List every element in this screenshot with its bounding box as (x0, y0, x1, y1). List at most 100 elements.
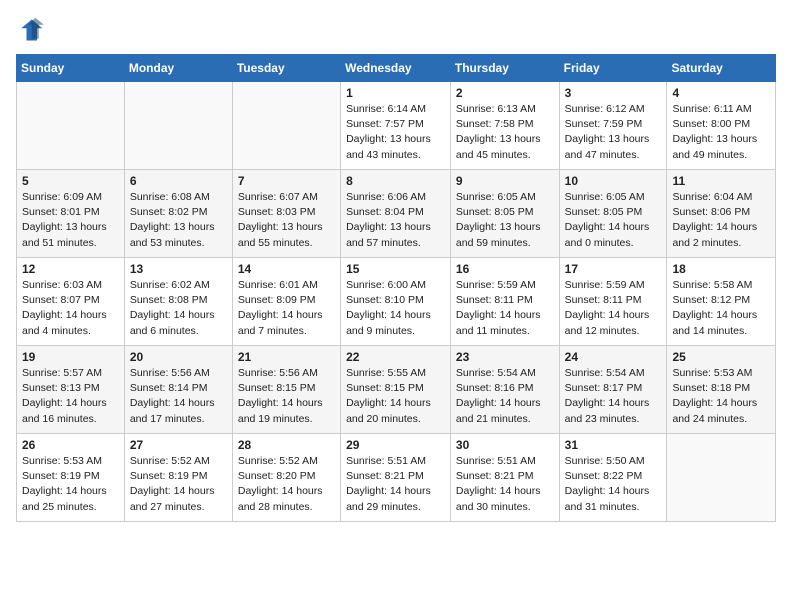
calendar-cell: 16 Sunrise: 5:59 AMSunset: 8:11 PMDayligh… (450, 258, 559, 346)
calendar-cell: 27 Sunrise: 5:52 AMSunset: 8:19 PMDayligh… (124, 434, 232, 522)
week-row-2: 5 Sunrise: 6:09 AMSunset: 8:01 PMDaylight… (17, 170, 776, 258)
week-row-3: 12Sunrise: 6:03 AMSunset: 8:07 PMDayligh… (17, 258, 776, 346)
day-number: 3 (565, 86, 662, 100)
day-number: 31 (565, 438, 662, 452)
weekday-header-thursday: Thursday (450, 55, 559, 82)
day-info: Sunrise: 5:59 AMSunset: 8:11 PMDaylight:… (565, 278, 662, 339)
day-info: Sunrise: 5:56 AMSunset: 8:15 PMDaylight:… (238, 366, 335, 427)
day-info: Sunrise: 6:09 AMSunset: 8:01 PMDaylight:… (22, 190, 119, 251)
calendar-cell: 13 Sunrise: 6:02 AMSunset: 8:08 PMDayligh… (124, 258, 232, 346)
calendar-cell: 9 Sunrise: 6:05 AMSunset: 8:05 PMDaylight… (450, 170, 559, 258)
day-number: 5 (22, 174, 119, 188)
day-info: Sunrise: 5:52 AMSunset: 8:20 PMDaylight:… (238, 454, 335, 515)
day-info: Sunrise: 6:12 AMSunset: 7:59 PMDaylight:… (565, 102, 662, 163)
calendar-cell: 7 Sunrise: 6:07 AMSunset: 8:03 PMDaylight… (232, 170, 340, 258)
calendar-cell (232, 82, 340, 170)
day-info: Sunrise: 6:07 AMSunset: 8:03 PMDaylight:… (238, 190, 335, 251)
day-number: 19 (22, 350, 119, 364)
calendar-cell: 8 Sunrise: 6:06 AMSunset: 8:04 PMDaylight… (341, 170, 451, 258)
day-info: Sunrise: 6:08 AMSunset: 8:02 PMDaylight:… (130, 190, 227, 251)
calendar-cell: 30 Sunrise: 5:51 AMSunset: 8:21 PMDayligh… (450, 434, 559, 522)
day-info: Sunrise: 5:55 AMSunset: 8:15 PMDaylight:… (346, 366, 445, 427)
week-row-1: 1Sunrise: 6:14 AMSunset: 7:57 PMDaylight… (17, 82, 776, 170)
day-info: Sunrise: 6:11 AMSunset: 8:00 PMDaylight:… (672, 102, 770, 163)
day-number: 12 (22, 262, 119, 276)
calendar-cell: 22Sunrise: 5:55 AMSunset: 8:15 PMDayligh… (341, 346, 451, 434)
day-number: 29 (346, 438, 445, 452)
day-number: 27 (130, 438, 227, 452)
day-number: 9 (456, 174, 554, 188)
week-row-5: 26 Sunrise: 5:53 AMSunset: 8:19 PMDayligh… (17, 434, 776, 522)
day-number: 8 (346, 174, 445, 188)
weekday-header-monday: Monday (124, 55, 232, 82)
calendar-cell: 20 Sunrise: 5:56 AMSunset: 8:14 PMDayligh… (124, 346, 232, 434)
day-info: Sunrise: 5:52 AMSunset: 8:19 PMDaylight:… (130, 454, 227, 515)
day-number: 11 (672, 174, 770, 188)
weekday-header-row: SundayMondayTuesdayWednesdayThursdayFrid… (17, 55, 776, 82)
day-info: Sunrise: 5:50 AMSunset: 8:22 PMDaylight:… (565, 454, 662, 515)
header (16, 16, 776, 44)
calendar-cell (17, 82, 125, 170)
day-info: Sunrise: 6:04 AMSunset: 8:06 PMDaylight:… (672, 190, 770, 251)
day-number: 14 (238, 262, 335, 276)
day-number: 26 (22, 438, 119, 452)
calendar-cell: 15 Sunrise: 6:00 AMSunset: 8:10 PMDayligh… (341, 258, 451, 346)
day-info: Sunrise: 6:13 AMSunset: 7:58 PMDaylight:… (456, 102, 554, 163)
day-number: 28 (238, 438, 335, 452)
day-number: 24 (565, 350, 662, 364)
day-number: 15 (346, 262, 445, 276)
day-number: 4 (672, 86, 770, 100)
day-info: Sunrise: 5:54 AMSunset: 8:16 PMDaylight:… (456, 366, 554, 427)
day-number: 2 (456, 86, 554, 100)
day-number: 30 (456, 438, 554, 452)
calendar-cell (124, 82, 232, 170)
day-info: Sunrise: 5:58 AMSunset: 8:12 PMDaylight:… (672, 278, 770, 339)
day-number: 7 (238, 174, 335, 188)
day-number: 16 (456, 262, 554, 276)
calendar-cell: 18Sunrise: 5:58 AMSunset: 8:12 PMDayligh… (667, 258, 776, 346)
day-number: 10 (565, 174, 662, 188)
calendar-cell: 23 Sunrise: 5:54 AMSunset: 8:16 PMDayligh… (450, 346, 559, 434)
calendar-cell: 25Sunrise: 5:53 AMSunset: 8:18 PMDayligh… (667, 346, 776, 434)
calendar-cell: 14 Sunrise: 6:01 AMSunset: 8:09 PMDayligh… (232, 258, 340, 346)
day-info: Sunrise: 5:51 AMSunset: 8:21 PMDaylight:… (456, 454, 554, 515)
day-info: Sunrise: 6:05 AMSunset: 8:05 PMDaylight:… (456, 190, 554, 251)
weekday-header-sunday: Sunday (17, 55, 125, 82)
weekday-header-saturday: Saturday (667, 55, 776, 82)
day-number: 13 (130, 262, 227, 276)
calendar-cell: 24Sunrise: 5:54 AMSunset: 8:17 PMDayligh… (559, 346, 667, 434)
calendar-cell: 3 Sunrise: 6:12 AMSunset: 7:59 PMDaylight… (559, 82, 667, 170)
calendar-cell: 12Sunrise: 6:03 AMSunset: 8:07 PMDayligh… (17, 258, 125, 346)
day-info: Sunrise: 5:57 AMSunset: 8:13 PMDaylight:… (22, 366, 119, 427)
day-number: 20 (130, 350, 227, 364)
calendar-cell: 28 Sunrise: 5:52 AMSunset: 8:20 PMDayligh… (232, 434, 340, 522)
calendar-table: SundayMondayTuesdayWednesdayThursdayFrid… (16, 54, 776, 522)
calendar-cell: 31 Sunrise: 5:50 AMSunset: 8:22 PMDayligh… (559, 434, 667, 522)
calendar-cell: 5 Sunrise: 6:09 AMSunset: 8:01 PMDaylight… (17, 170, 125, 258)
week-row-4: 19 Sunrise: 5:57 AMSunset: 8:13 PMDayligh… (17, 346, 776, 434)
calendar-cell (667, 434, 776, 522)
calendar-cell: 2 Sunrise: 6:13 AMSunset: 7:58 PMDaylight… (450, 82, 559, 170)
calendar-cell: 21 Sunrise: 5:56 AMSunset: 8:15 PMDayligh… (232, 346, 340, 434)
day-info: Sunrise: 5:51 AMSunset: 8:21 PMDaylight:… (346, 454, 445, 515)
calendar-cell: 4 Sunrise: 6:11 AMSunset: 8:00 PMDaylight… (667, 82, 776, 170)
day-info: Sunrise: 6:02 AMSunset: 8:08 PMDaylight:… (130, 278, 227, 339)
day-info: Sunrise: 6:06 AMSunset: 8:04 PMDaylight:… (346, 190, 445, 251)
day-info: Sunrise: 5:59 AMSunset: 8:11 PMDaylight:… (456, 278, 554, 339)
day-info: Sunrise: 6:01 AMSunset: 8:09 PMDaylight:… (238, 278, 335, 339)
calendar-cell: 6Sunrise: 6:08 AMSunset: 8:02 PMDaylight… (124, 170, 232, 258)
weekday-header-wednesday: Wednesday (341, 55, 451, 82)
day-info: Sunrise: 5:56 AMSunset: 8:14 PMDaylight:… (130, 366, 227, 427)
day-number: 17 (565, 262, 662, 276)
day-info: Sunrise: 6:14 AMSunset: 7:57 PMDaylight:… (346, 102, 445, 163)
weekday-header-tuesday: Tuesday (232, 55, 340, 82)
calendar-cell: 29 Sunrise: 5:51 AMSunset: 8:21 PMDayligh… (341, 434, 451, 522)
calendar-cell: 17 Sunrise: 5:59 AMSunset: 8:11 PMDayligh… (559, 258, 667, 346)
day-number: 23 (456, 350, 554, 364)
day-info: Sunrise: 6:05 AMSunset: 8:05 PMDaylight:… (565, 190, 662, 251)
logo (16, 16, 48, 44)
day-number: 21 (238, 350, 335, 364)
day-info: Sunrise: 5:53 AMSunset: 8:19 PMDaylight:… (22, 454, 119, 515)
day-info: Sunrise: 6:00 AMSunset: 8:10 PMDaylight:… (346, 278, 445, 339)
logo-icon (16, 16, 44, 44)
